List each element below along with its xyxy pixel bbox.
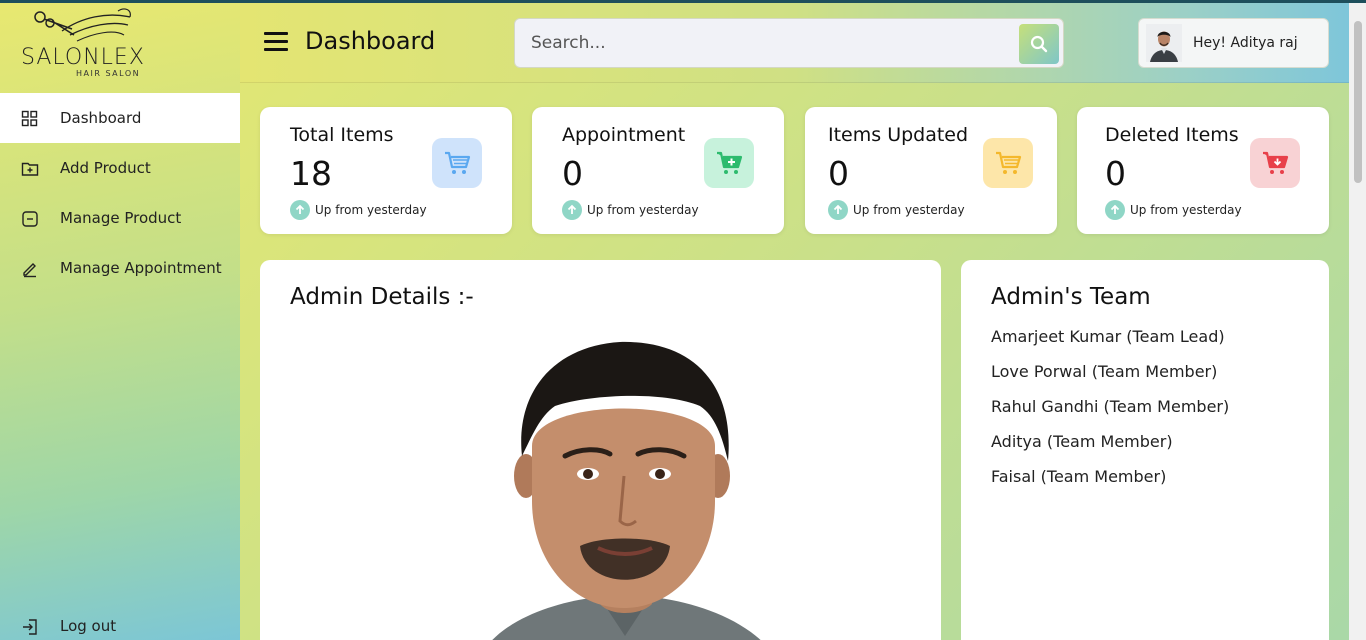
card-title: Deleted Items	[1105, 124, 1239, 146]
user-greeting: Hey! Aditya raj	[1193, 35, 1298, 51]
list-item: Rahul Gandhi (Team Member)	[991, 397, 1230, 416]
brand-name: SALONLEX	[21, 45, 145, 70]
sidebar-nav: Dashboard Add Product Manage Product Man…	[0, 93, 240, 293]
card-trend: Up from yesterday	[290, 200, 427, 220]
list-item: Aditya (Team Member)	[991, 432, 1173, 451]
stat-card-items-updated: Items Updated 0 Up from yesterday	[805, 107, 1057, 234]
scrollbar-thumb[interactable]	[1354, 21, 1362, 183]
sidebar-item-dashboard[interactable]: Dashboard	[0, 93, 240, 143]
search-bar	[514, 18, 1064, 68]
sidebar-item-label: Manage Product	[60, 209, 182, 227]
top-border	[0, 0, 1366, 3]
arrow-up-icon	[290, 200, 310, 220]
top-header: Dashboard Hey! Aditya raj	[240, 3, 1350, 83]
logout-label: Log out	[60, 617, 117, 635]
card-title: Items Updated	[828, 124, 969, 146]
card-title: Total Items	[290, 124, 394, 146]
stat-card-appointment: Appointment 0 Up from yesterday	[532, 107, 784, 234]
card-note: Up from yesterday	[1130, 203, 1242, 217]
search-icon	[1030, 35, 1048, 53]
brand-tagline: HAIR SALON	[76, 69, 141, 78]
user-profile-button[interactable]: Hey! Aditya raj	[1138, 18, 1329, 68]
stat-card-total-items: Total Items 18 Up from yesterday	[260, 107, 512, 234]
cart-icon	[432, 138, 482, 188]
admin-photo	[492, 341, 761, 640]
admin-details-title: Admin Details :-	[290, 284, 474, 310]
sidebar-item-manage-appointment[interactable]: Manage Appointment	[0, 243, 240, 293]
card-note: Up from yesterday	[587, 203, 699, 217]
search-button[interactable]	[1019, 24, 1059, 64]
list-item: Faisal (Team Member)	[991, 467, 1167, 486]
list-item: Amarjeet Kumar (Team Lead)	[991, 327, 1225, 346]
sidebar-item-manage-product[interactable]: Manage Product	[0, 193, 240, 243]
hamburger-menu-icon[interactable]	[264, 32, 290, 54]
logout-icon	[23, 619, 37, 635]
sidebar-item-add-product[interactable]: Add Product	[0, 143, 240, 193]
arrow-up-icon	[1105, 200, 1125, 220]
arrow-up-icon	[562, 200, 582, 220]
page-scrollbar[interactable]	[1349, 3, 1366, 640]
search-input[interactable]	[515, 19, 1015, 67]
arrow-up-icon	[828, 200, 848, 220]
card-value: 0	[828, 154, 849, 193]
avatar	[1146, 24, 1182, 62]
team-title: Admin's Team	[991, 284, 1151, 310]
cart-plus-icon	[704, 138, 754, 188]
sidebar: SALONLEX HAIR SALON Dashboard Add Produc…	[0, 3, 240, 640]
card-trend: Up from yesterday	[562, 200, 699, 220]
cart-remove-icon	[1250, 138, 1300, 188]
grid-icon	[21, 110, 38, 127]
card-value: 0	[1105, 154, 1126, 193]
card-note: Up from yesterday	[315, 203, 427, 217]
folder-plus-icon	[21, 162, 39, 176]
card-value: 18	[290, 154, 332, 193]
logout-button[interactable]: Log out	[0, 606, 240, 640]
sidebar-item-label: Dashboard	[60, 109, 142, 127]
minus-box-icon	[22, 211, 38, 227]
card-title: Appointment	[562, 124, 686, 146]
page-title: Dashboard	[305, 27, 436, 55]
cart-icon	[983, 138, 1033, 188]
stat-card-deleted-items: Deleted Items 0 Up from yesterday	[1077, 107, 1329, 234]
card-trend: Up from yesterday	[828, 200, 965, 220]
card-value: 0	[562, 154, 583, 193]
admin-details-panel: Admin Details :-	[260, 260, 941, 640]
card-note: Up from yesterday	[853, 203, 965, 217]
brand-logo[interactable]: SALONLEX HAIR SALON	[20, 7, 150, 81]
sidebar-item-label: Add Product	[60, 159, 151, 177]
scissors-logo-icon	[34, 8, 131, 42]
list-item: Love Porwal (Team Member)	[991, 362, 1218, 381]
card-trend: Up from yesterday	[1105, 200, 1242, 220]
admin-team-panel: Admin's Team Amarjeet Kumar (Team Lead) …	[961, 260, 1329, 640]
team-list: Amarjeet Kumar (Team Lead) Love Porwal (…	[991, 326, 1229, 501]
pencil-icon	[23, 263, 36, 278]
sidebar-item-label: Manage Appointment	[60, 259, 222, 277]
